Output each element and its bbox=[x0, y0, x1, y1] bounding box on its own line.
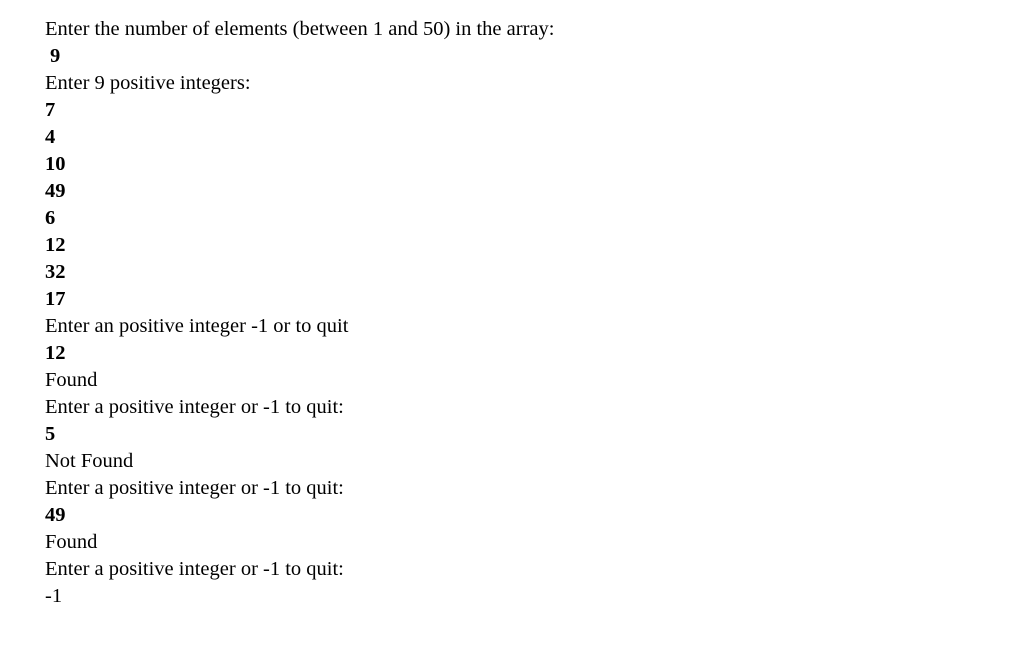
input-line: 12 bbox=[45, 342, 66, 364]
prompt-line: Enter a positive integer or -1 to quit: bbox=[45, 396, 344, 418]
result-line: Found bbox=[45, 369, 98, 391]
prompt-line: Enter 9 positive integers: bbox=[45, 72, 251, 94]
result-line: Found bbox=[45, 531, 98, 553]
result-line: Not Found bbox=[45, 450, 134, 472]
input-line: 49 bbox=[45, 504, 66, 526]
prompt-line: Enter the number of elements (between 1 … bbox=[45, 18, 555, 40]
input-line: -1 bbox=[45, 585, 63, 607]
input-line: 12 bbox=[45, 234, 66, 256]
input-line: 32 bbox=[45, 261, 66, 283]
input-line: 4 bbox=[45, 126, 56, 148]
input-line: 6 bbox=[45, 207, 56, 229]
input-line: 10 bbox=[45, 153, 66, 175]
input-line: 7 bbox=[45, 99, 56, 121]
input-line: 9 bbox=[50, 45, 61, 67]
prompt-line: Enter a positive integer or -1 to quit: bbox=[45, 477, 344, 499]
prompt-line: Enter a positive integer or -1 to quit: bbox=[45, 558, 344, 580]
prompt-line: Enter an positive integer -1 or to quit bbox=[45, 315, 349, 337]
input-line: 49 bbox=[45, 180, 66, 202]
console-output: Enter the number of elements (between 1 … bbox=[45, 16, 554, 610]
input-line: 17 bbox=[45, 288, 66, 310]
input-line: 5 bbox=[45, 423, 56, 445]
